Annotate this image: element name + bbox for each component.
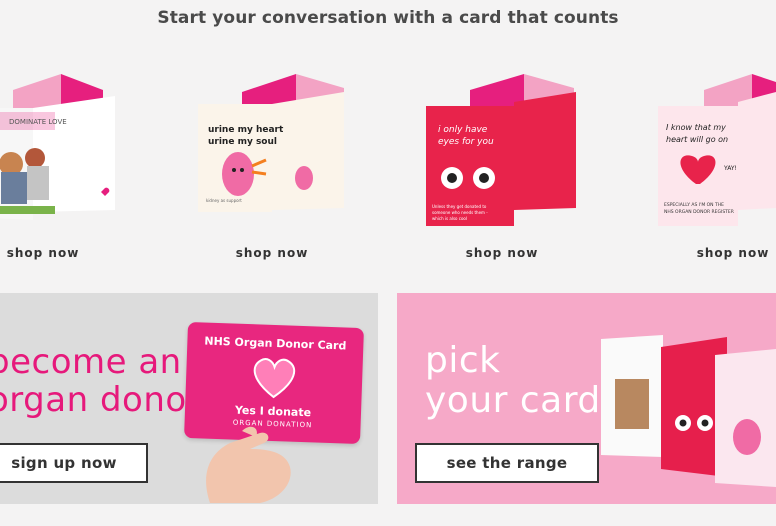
svg-text:I know that my: I know that my	[666, 123, 726, 132]
card-tile-2[interactable]: urine my heart urine my soul kidney as s…	[184, 62, 360, 272]
see-the-range-button[interactable]: see the range	[415, 443, 599, 483]
svg-text:NHS ORGAN DONOR REGISTER: NHS ORGAN DONOR REGISTER	[664, 209, 734, 215]
svg-text:YAY!: YAY!	[723, 165, 737, 172]
svg-text:DOMINATE LOVE: DOMINATE LOVE	[9, 118, 67, 126]
promo-heading-line1: become an	[0, 342, 182, 382]
promo-heading-organ-donor: become an organ donor	[0, 343, 201, 419]
shop-now-link-3[interactable]: shop now	[414, 246, 590, 260]
svg-text:kidney as support: kidney as support	[206, 198, 242, 203]
card-image-heart-will-go-on[interactable]: I know that my heart will go on YAY! ESP…	[644, 62, 776, 232]
card-image-urine-my-heart[interactable]: urine my heart urine my soul kidney as s…	[184, 62, 360, 232]
shop-now-link-2[interactable]: shop now	[184, 246, 360, 260]
heart-icon	[253, 358, 296, 399]
hand-image	[206, 426, 291, 503]
card-tile-1[interactable]: DOMINATE LOVE shop now	[0, 62, 129, 272]
card-tile-4[interactable]: I know that my heart will go on YAY! ESP…	[644, 62, 776, 272]
svg-text:which is also cool: which is also cool	[432, 216, 467, 221]
donor-card-title: NHS Organ Donor Card	[204, 334, 347, 353]
svg-text:ESPECIALLY AS I'M ON THE: ESPECIALLY AS I'M ON THE	[664, 202, 724, 208]
promo-heading-line2: your card	[425, 380, 601, 421]
card-image-dominate-love[interactable]: DOMINATE LOVE	[0, 62, 129, 232]
card-image-eyes-for-you[interactable]: i only have eyes for you Unless they get…	[414, 62, 590, 232]
shop-now-link-4[interactable]: shop now	[688, 246, 776, 260]
promo-panel-organ-donor[interactable]: become an organ donor sign up now NHS Or…	[0, 293, 378, 504]
promo-heading-pick-card: pick your card	[425, 341, 601, 421]
svg-text:urine my soul: urine my soul	[208, 137, 277, 147]
svg-text:urine my heart: urine my heart	[208, 125, 284, 135]
svg-text:someone who needs them -: someone who needs them -	[432, 210, 488, 215]
svg-text:eyes for you: eyes for you	[438, 137, 494, 147]
shop-now-link-1[interactable]: shop now	[0, 246, 93, 260]
svg-text:heart will go on: heart will go on	[666, 135, 728, 144]
promo-panel-pick-card[interactable]: pick your card see the range	[397, 293, 776, 504]
card-tile-3[interactable]: i only have eyes for you Unless they get…	[414, 62, 590, 272]
sign-up-now-button[interactable]: sign up now	[0, 443, 148, 483]
page-headline: Start your conversation with a card that…	[157, 8, 619, 28]
svg-text:i only have: i only have	[438, 125, 488, 135]
promo-heading-line2: organ donor	[0, 380, 202, 420]
cards-display-image	[601, 335, 776, 487]
promo-heading-line1: pick	[425, 340, 501, 381]
svg-text:Unless they get donated to: Unless they get donated to	[432, 204, 487, 209]
